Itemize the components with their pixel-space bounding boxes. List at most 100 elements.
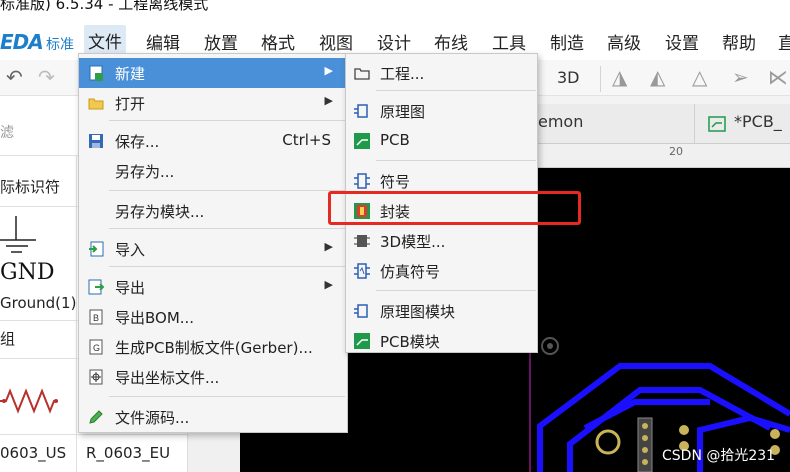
file-menu-label: 另存为...: [115, 163, 175, 181]
send-icon[interactable]: ➢: [732, 65, 749, 89]
file-menu-new[interactable]: 新建 ▶: [79, 58, 347, 88]
new-pcb-module[interactable]: PCB模块: [346, 326, 537, 356]
file-menu-export-coordinates[interactable]: 导出坐标文件...: [79, 362, 347, 392]
file-menu-label: 生成PCB制板文件(Gerber)...: [115, 339, 313, 357]
file-menu-label: 导出BOM...: [115, 309, 195, 327]
align-triangle-icon[interactable]: △: [692, 65, 707, 89]
shortcut-label: Ctrl+S: [282, 131, 331, 149]
menu-separator: [109, 228, 345, 229]
menu-separator: [109, 396, 345, 397]
file-menu-label: 打开: [115, 95, 146, 113]
new-project[interactable]: 工程...: [346, 58, 537, 88]
ground-label: Ground(1): [0, 294, 77, 312]
view-3d-button[interactable]: 3D: [557, 68, 580, 87]
schematic-module-icon: [354, 304, 368, 318]
folder-open-icon: [88, 98, 104, 110]
menu-fabrication[interactable]: 制造: [550, 29, 584, 54]
new-pcb[interactable]: PCB: [346, 126, 537, 156]
ruler-mark: 20: [669, 145, 683, 158]
pcb-icon: [354, 133, 370, 149]
menu-design[interactable]: 设计: [377, 29, 411, 54]
file-menu-label: 新建: [115, 65, 146, 83]
project-icon: [354, 68, 370, 80]
new-3d-model[interactable]: 3D模型...: [346, 226, 537, 256]
cell-left[interactable]: 0603_US: [0, 444, 66, 462]
menu-route[interactable]: 布线: [434, 29, 468, 54]
file-menu-import[interactable]: 导入 ▶: [79, 234, 347, 264]
footprint-highlight-box: [328, 191, 581, 225]
submenu-arrow-icon: ▶: [324, 240, 333, 253]
file-menu-label: 导出坐标文件...: [115, 369, 220, 387]
row-divider: [0, 434, 188, 435]
section-title: 际标识符: [0, 178, 61, 196]
file-menu-label: 导出: [115, 279, 146, 297]
file-menu: 新建 ▶ 打开 ▶ 保存... Ctrl+S 另存为... 另存为模块... 导…: [78, 53, 348, 433]
menu-place[interactable]: 放置: [204, 29, 238, 54]
pcb-tab-icon: [708, 116, 726, 132]
new-submenu-label: 符号: [380, 173, 411, 191]
file-menu-save-as-module[interactable]: 另存为模块...: [79, 196, 347, 226]
title-bar: 标准版) 6.5.34 - 工程离线模式: [0, 0, 790, 22]
coordinate-icon: [89, 369, 103, 385]
ground-symbol-icon[interactable]: [0, 216, 50, 256]
app-logo-sub: 标准: [46, 37, 74, 53]
svg-text:B: B: [93, 313, 99, 323]
menu-settings[interactable]: 设置: [665, 29, 699, 54]
file-menu-source-code[interactable]: 文件源码...: [79, 402, 347, 432]
new-submenu-label: 仿真符号: [380, 263, 441, 281]
new-schematic-module[interactable]: 原理图模块: [346, 296, 537, 326]
menu-file[interactable]: 文件: [84, 25, 126, 56]
tab-pcb[interactable]: *PCB_: [734, 104, 782, 144]
file-menu-gerber[interactable]: G 生成PCB制板文件(Gerber)...: [79, 332, 347, 362]
watermark: CSDN @拾光231: [662, 448, 776, 464]
menu-tools[interactable]: 工具: [492, 29, 526, 54]
file-menu-label: 另存为模块...: [115, 203, 205, 221]
group-label: 组: [0, 330, 16, 348]
file-menu-export-bom[interactable]: B 导出BOM...: [79, 302, 347, 332]
tab-divider: [694, 104, 695, 144]
undo-icon[interactable]: ↶: [6, 65, 23, 89]
menu-advanced[interactable]: 高级: [607, 29, 641, 54]
menu-separator: [109, 266, 345, 267]
window-title: 标准版) 6.5.34 - 工程离线模式: [0, 0, 209, 13]
file-menu-export[interactable]: 导出 ▶: [79, 272, 347, 302]
bom-icon: B: [89, 309, 103, 325]
file-menu-label: 文件源码...: [115, 409, 190, 427]
new-file-icon: [89, 65, 103, 81]
menu-separator: [376, 290, 536, 291]
import-icon: [89, 241, 104, 257]
new-sim-symbol[interactable]: 仿真符号: [346, 256, 537, 286]
align-left-icon[interactable]: ◮: [612, 65, 627, 89]
schematic-icon: [354, 104, 368, 118]
menu-edit[interactable]: 编辑: [146, 29, 180, 54]
redo-icon[interactable]: ↷: [38, 65, 55, 89]
submenu-arrow-icon: ▶: [324, 278, 333, 291]
cell-right[interactable]: R_0603_EU: [86, 444, 170, 462]
menu-separator: [109, 120, 345, 121]
file-menu-save-as[interactable]: 另存为...: [79, 156, 347, 186]
menu-help[interactable]: 帮助: [722, 29, 756, 54]
file-menu-open[interactable]: 打开 ▶: [79, 88, 347, 118]
menu-separator: [376, 90, 536, 91]
sim-symbol-icon: [354, 263, 370, 279]
file-menu-label: 保存...: [115, 133, 160, 151]
menu-view[interactable]: 视图: [319, 29, 353, 54]
column-divider: [76, 156, 77, 472]
tab-schematic[interactable]: emon: [538, 104, 583, 144]
pcb-module-icon: [354, 333, 370, 349]
menu-separator: [109, 190, 345, 191]
new-schematic[interactable]: 原理图: [346, 96, 537, 126]
align-right-icon[interactable]: ◭: [650, 65, 665, 89]
menu-separator: [376, 160, 536, 161]
file-menu-save[interactable]: 保存... Ctrl+S: [79, 126, 347, 156]
app-logo: EDA: [0, 30, 44, 54]
menu-more[interactable]: 直: [778, 29, 790, 54]
new-submenu-label: 3D模型...: [380, 233, 446, 251]
distribute-icon[interactable]: ⋉: [768, 65, 788, 89]
menu-format[interactable]: 格式: [261, 29, 295, 54]
source-code-icon: [89, 410, 103, 424]
symbol-icon: [354, 173, 370, 189]
submenu-arrow-icon: ▶: [324, 94, 333, 107]
new-submenu-label: 原理图: [380, 103, 426, 121]
resistor-symbol-icon[interactable]: [0, 386, 70, 416]
